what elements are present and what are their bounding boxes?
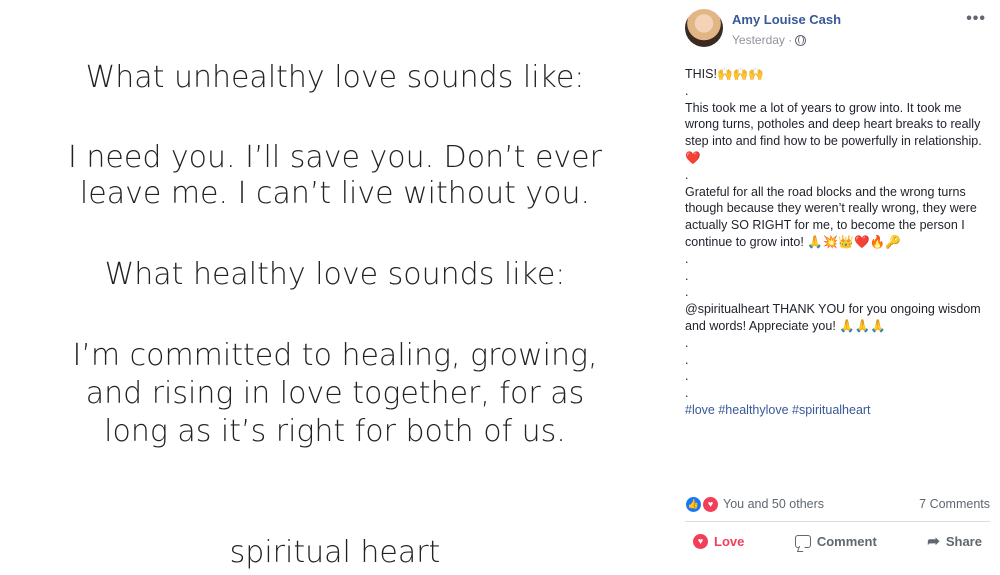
love-button[interactable]: ♥ Love (685, 533, 752, 549)
image-text-line: long as it’s right for both of us. (104, 414, 566, 449)
post-paragraph: . (685, 285, 689, 300)
post-paragraph: . (685, 335, 689, 350)
share-label: Share (945, 533, 982, 549)
post-paragraph: . (685, 268, 689, 283)
reactions-text: You and 50 others (723, 497, 825, 511)
divider (685, 521, 990, 522)
comment-label: Comment (816, 533, 877, 549)
action-bar: ♥ Love Comment ➦ Share (685, 528, 990, 554)
heart-icon: ♥ (693, 533, 708, 549)
author-name[interactable]: Amy Louise Cash (732, 12, 841, 27)
image-text-line: What unhealthy love sounds like: (85, 60, 585, 95)
image-text-line: What healthy love sounds like: (104, 257, 566, 292)
share-icon: ➦ (927, 533, 940, 550)
love-label: Love (714, 533, 745, 549)
timestamp[interactable]: Yesterday · (732, 33, 792, 47)
love-reaction-icon: ♥ (702, 495, 719, 513)
post-paragraph: . (685, 83, 689, 98)
comment-icon (794, 534, 811, 548)
post-body: THIS!🙌🙌🙌 . This took me a lot of years t… (685, 66, 995, 419)
post-paragraph: . (685, 251, 689, 266)
post-paragraph: @spiritualheart THANK YOU for you ongoin… (685, 302, 981, 333)
hashtags-link[interactable]: #love #healthylove #spiritualheart (685, 402, 995, 419)
reactions-count[interactable]: 👍 ♥ You and 50 others (685, 495, 825, 513)
like-reaction-icon: 👍 (685, 495, 702, 513)
post-paragraph: THIS!🙌🙌🙌 (685, 67, 764, 81)
post-panel: Amy Louise Cash Yesterday · ••• THIS!🙌🙌🙌… (670, 0, 1000, 575)
comment-button[interactable]: Comment (787, 534, 885, 549)
globe-icon[interactable] (795, 34, 807, 46)
post-paragraph: . (685, 386, 689, 401)
post-image[interactable]: What unhealthy love sounds like: I need … (0, 0, 670, 575)
post-paragraph: . (685, 352, 689, 367)
post-paragraph: . (685, 167, 689, 182)
post-paragraph: This took me a lot of years to grow into… (685, 100, 982, 165)
image-text-line: leave me. I can’t live without you. (79, 176, 591, 211)
image-text-line: and rising in love together, for as (85, 376, 585, 411)
reactions-summary: 👍 ♥ You and 50 others 7 Comments (685, 494, 990, 514)
post-paragraph: Grateful for all the road blocks and the… (685, 184, 977, 249)
image-text-line: I need you. I’ll save you. Don’t ever (68, 140, 602, 175)
post-paragraph: . (685, 369, 689, 384)
comments-count[interactable]: 7 Comments (919, 497, 990, 511)
more-options-icon[interactable]: ••• (966, 10, 986, 28)
image-text-line: spiritual heart (229, 535, 441, 570)
share-button[interactable]: ➦ Share (919, 532, 990, 550)
avatar[interactable] (685, 9, 723, 47)
post-meta: Yesterday · (732, 33, 807, 47)
image-text-line: I’m committed to healing, growing, (72, 338, 598, 373)
